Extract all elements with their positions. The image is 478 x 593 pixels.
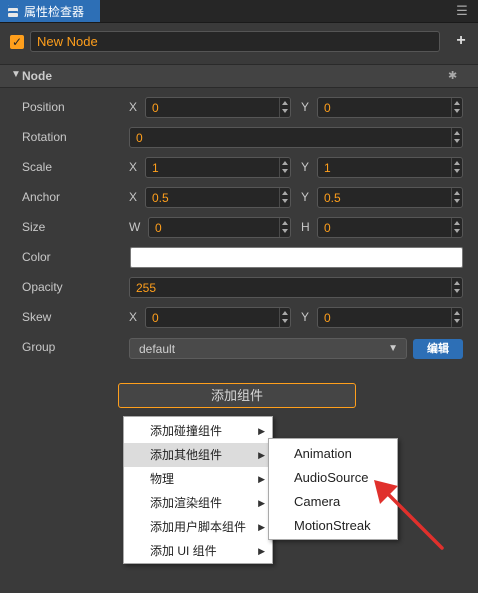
opacity-input[interactable]: 255 (129, 277, 463, 298)
position-x-axis: X (129, 100, 138, 114)
stepper-icon[interactable] (451, 158, 462, 177)
anchor-label: Anchor (22, 190, 61, 204)
scale-x-axis: X (129, 160, 138, 174)
dropdown-arrow-icon: ▼ (388, 343, 398, 354)
gear-icon[interactable]: ✱ (448, 69, 457, 82)
scale-label: Scale (22, 160, 53, 174)
annotation-arrow-icon (374, 480, 444, 550)
stepper-icon[interactable] (279, 218, 290, 237)
submenu-arrow-icon: ▶ (258, 498, 265, 508)
size-w-value: 0 (155, 221, 162, 235)
position-y-input[interactable]: 0 (317, 97, 463, 118)
node-enabled-checkbox[interactable]: ✓ (10, 35, 24, 49)
node-section-header[interactable]: ▼ Node ✱ (0, 64, 478, 88)
tab-title: 属性检查器 (24, 4, 85, 19)
stepper-icon[interactable] (279, 98, 290, 117)
anchor-y-axis: Y (301, 190, 310, 204)
skew-y-axis: Y (301, 310, 310, 324)
opacity-label: Opacity (22, 280, 63, 294)
stepper-icon[interactable] (451, 218, 462, 237)
skew-x-value: 0 (152, 311, 159, 325)
anchor-x-value: 0.5 (152, 191, 169, 205)
panel-tab-bar: 属性检查器 ☰ (0, 0, 478, 23)
menu-item-add-renderer[interactable]: 添加渲染组件 ▶ (124, 491, 272, 515)
skew-x-input[interactable]: 0 (145, 307, 291, 328)
menu-item-add-other[interactable]: 添加其他组件 ▶ (124, 443, 272, 467)
stepper-icon[interactable] (279, 308, 290, 327)
rotation-value: 0 (136, 131, 143, 145)
menu-item-label: 添加碰撞组件 (150, 424, 223, 438)
scale-x-value: 1 (152, 161, 159, 175)
position-label: Position (22, 100, 65, 114)
menu-item-label: 添加用户脚本组件 (150, 520, 247, 534)
stepper-icon[interactable] (451, 278, 462, 297)
collapse-arrow-icon[interactable]: ▼ (11, 69, 21, 80)
edit-group-button[interactable]: 编辑 (413, 339, 463, 359)
skew-label: Skew (22, 310, 52, 324)
stepper-icon[interactable] (451, 188, 462, 207)
anchor-x-axis: X (129, 190, 138, 204)
size-h-value: 0 (324, 221, 331, 235)
position-x-input[interactable]: 0 (145, 97, 291, 118)
submenu-arrow-icon: ▶ (258, 522, 265, 532)
anchor-y-value: 0.5 (324, 191, 341, 205)
add-component-button[interactable]: 添加组件 (118, 383, 356, 408)
anchor-y-input[interactable]: 0.5 (317, 187, 463, 208)
scale-y-input[interactable]: 1 (317, 157, 463, 178)
stepper-icon[interactable] (451, 308, 462, 327)
menu-item-label: 添加 UI 组件 (150, 544, 217, 558)
panel-menu-icon[interactable]: ☰ (456, 4, 468, 17)
menu-item-physics[interactable]: 物理 ▶ (124, 467, 272, 491)
group-label: Group (22, 340, 56, 354)
color-label: Color (22, 250, 51, 264)
size-w-axis: W (129, 220, 141, 234)
group-select[interactable]: default ▼ (129, 338, 407, 359)
stepper-icon[interactable] (279, 158, 290, 177)
submenu-item-animation[interactable]: Animation (269, 442, 397, 466)
position-y-value: 0 (324, 101, 331, 115)
add-component-menu: 添加碰撞组件 ▶ 添加其他组件 ▶ 物理 ▶ 添加渲染组件 ▶ 添加用户脚本组件 ▶ 添加… (123, 416, 273, 564)
opacity-value: 255 (136, 281, 157, 295)
size-h-input[interactable]: 0 (317, 217, 463, 238)
anchor-x-input[interactable]: 0.5 (145, 187, 291, 208)
size-w-input[interactable]: 0 (148, 217, 291, 238)
stepper-icon[interactable] (451, 128, 462, 147)
stepper-icon[interactable] (451, 98, 462, 117)
submenu-arrow-icon: ▶ (258, 450, 265, 460)
position-y-axis: Y (301, 100, 310, 114)
submenu-arrow-icon: ▶ (258, 474, 265, 484)
menu-item-add-user-script[interactable]: 添加用户脚本组件 ▶ (124, 515, 272, 539)
scale-y-value: 1 (324, 161, 331, 175)
menu-item-label: 添加渲染组件 (150, 496, 223, 510)
node-name-input[interactable]: New Node (30, 31, 440, 52)
skew-y-input[interactable]: 0 (317, 307, 463, 328)
skew-x-axis: X (129, 310, 138, 324)
rotation-label: Rotation (22, 130, 67, 144)
menu-item-label: 添加其他组件 (150, 448, 223, 462)
color-picker[interactable] (130, 247, 463, 268)
skew-y-value: 0 (324, 311, 331, 325)
menu-item-label: 物理 (150, 472, 175, 486)
section-title: Node (22, 69, 52, 83)
scale-x-input[interactable]: 1 (145, 157, 291, 178)
stepper-icon[interactable] (279, 188, 290, 207)
size-label: Size (22, 220, 46, 234)
size-h-axis: H (301, 220, 310, 234)
scale-y-axis: Y (301, 160, 310, 174)
submenu-arrow-icon: ▶ (258, 546, 265, 556)
panel-icon (8, 5, 18, 17)
menu-item-add-ui[interactable]: 添加 UI 组件 ▶ (124, 539, 272, 563)
group-value: default (139, 342, 176, 356)
position-x-value: 0 (152, 101, 159, 115)
rotation-input[interactable]: 0 (129, 127, 463, 148)
add-icon[interactable]: + (454, 33, 468, 49)
tab-inspector[interactable]: 属性检查器 (0, 0, 100, 22)
submenu-arrow-icon: ▶ (258, 426, 265, 436)
menu-item-add-collider[interactable]: 添加碰撞组件 ▶ (124, 419, 272, 443)
